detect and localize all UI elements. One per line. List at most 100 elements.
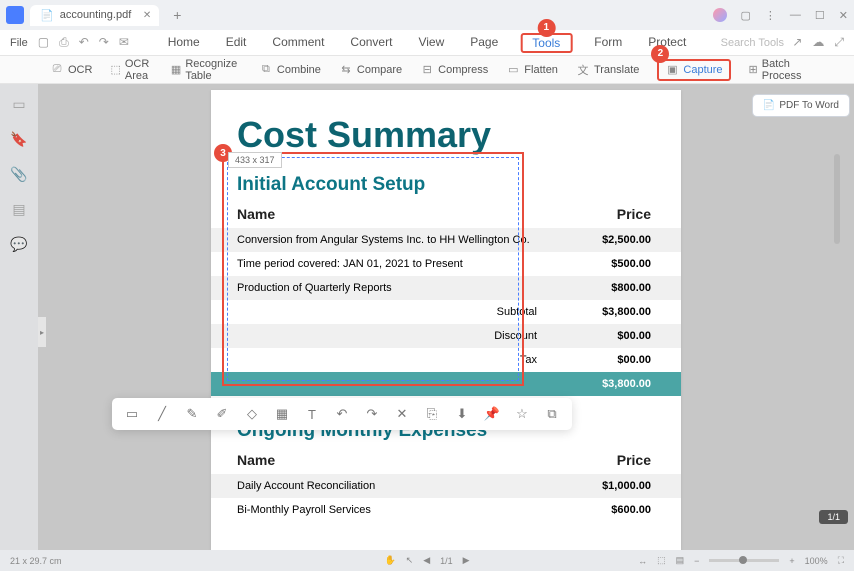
tab-view[interactable]: View <box>414 33 448 53</box>
scrollbar-thumb[interactable] <box>834 154 840 244</box>
cancel-capture-icon[interactable]: ✕ <box>394 406 410 422</box>
view-mode-icon[interactable]: ▤ <box>676 555 685 566</box>
eraser-tool-icon[interactable]: ◇ <box>244 406 260 422</box>
document-viewport[interactable]: Cost Summary Initial Account Setup Name … <box>38 84 854 550</box>
fit-width-icon[interactable]: ↔ <box>638 556 647 566</box>
doc-title: Cost Summary <box>211 114 681 164</box>
tab-convert[interactable]: Convert <box>346 33 396 53</box>
highlighter-tool-icon[interactable]: ✐ <box>214 406 230 422</box>
prev-page-icon[interactable]: ◀ <box>423 555 430 566</box>
layers-icon[interactable]: ▤ <box>12 201 25 218</box>
tab-form[interactable]: Form <box>590 33 626 53</box>
compress-icon: ⊟ <box>420 63 434 77</box>
flatten-icon: ▭ <box>506 63 520 77</box>
pencil-tool-icon[interactable]: ✎ <box>184 406 200 422</box>
text-tool-icon[interactable]: T <box>304 406 320 422</box>
save-capture-icon[interactable]: ⬇ <box>454 406 470 422</box>
table-row: Conversion from Angular Systems Inc. to … <box>211 228 681 252</box>
fullscreen-icon[interactable]: ⛶ <box>838 555 844 566</box>
right-rail: 📄 PDF To Word <box>752 94 850 117</box>
zoom-out-icon[interactable]: − <box>694 556 699 566</box>
combine-button[interactable]: ⧉Combine <box>259 63 321 77</box>
print-icon[interactable]: ⎙ <box>59 35 69 50</box>
table-row: Bi-Monthly Payroll Services$600.00 <box>211 498 681 522</box>
workspace: ▭ 🔖 📎 ▤ 💬 ▸ Cost Summary Initial Account… <box>0 84 854 550</box>
tab-page[interactable]: Page <box>466 33 502 53</box>
table-row: Time period covered: JAN 01, 2021 to Pre… <box>211 252 681 276</box>
app-icon <box>6 6 24 24</box>
minimize-button[interactable]: — <box>790 9 801 21</box>
translate-icon: 文 <box>576 63 590 77</box>
col-name-2: Name <box>211 452 571 468</box>
ocr-icon: ⎚ <box>50 63 64 77</box>
rectangle-tool-icon[interactable]: ▭ <box>124 406 140 422</box>
redo-icon[interactable]: ↷ <box>99 35 109 50</box>
camera-icon: ▣ <box>665 63 679 77</box>
star-capture-icon[interactable]: ☆ <box>514 406 530 422</box>
capture-button[interactable]: ▣Capture 2 <box>657 59 730 81</box>
flatten-button[interactable]: ▭Flatten <box>506 63 558 77</box>
file-menu[interactable]: File <box>10 37 28 49</box>
gift-icon[interactable]: ▢ <box>741 9 751 22</box>
vertical-scrollbar[interactable] <box>834 154 840 500</box>
col-price-2: Price <box>571 452 681 468</box>
zoom-in-icon[interactable]: + <box>789 556 794 566</box>
batch-icon: ⊞ <box>749 63 758 77</box>
attachment-icon[interactable]: 📎 <box>10 166 27 183</box>
pdf-icon: 📄 <box>40 9 54 22</box>
ocr-button[interactable]: ⎚OCR <box>50 63 92 77</box>
pdf-to-word-button[interactable]: 📄 PDF To Word <box>752 94 850 117</box>
page-indicator[interactable]: 1/1 <box>440 556 453 566</box>
zoom-value[interactable]: 100% <box>805 556 828 566</box>
profile-icon[interactable] <box>713 8 727 22</box>
page-count-badge: 1/1 <box>819 510 848 524</box>
callout-marker-1: 1 <box>537 19 555 37</box>
next-page-icon[interactable]: ▶ <box>463 555 470 566</box>
cloud-icon[interactable]: ☁ <box>812 35 824 50</box>
table-row: Production of Quarterly Reports$800.00 <box>211 276 681 300</box>
kebab-icon[interactable]: ⋮ <box>765 9 776 22</box>
compare-button[interactable]: ⇆Compare <box>339 63 402 77</box>
tab-tools[interactable]: Tools 1 <box>520 33 572 53</box>
select-tool-icon[interactable]: ↖ <box>406 555 414 566</box>
maximize-button[interactable]: ☐ <box>815 9 825 22</box>
undo-icon[interactable]: ↶ <box>79 35 89 50</box>
recognize-table-button[interactable]: ▦Recognize Table <box>171 58 241 82</box>
close-window-button[interactable]: ✕ <box>839 9 848 22</box>
save-icon[interactable]: ▢ <box>38 35 49 50</box>
mail-icon[interactable]: ✉ <box>119 35 129 50</box>
compress-button[interactable]: ⊟Compress <box>420 63 488 77</box>
comment-panel-icon[interactable]: 💬 <box>10 236 27 253</box>
compare-icon: ⇆ <box>339 63 353 77</box>
page-dimensions: 21 x 29.7 cm <box>10 556 62 566</box>
tab-home[interactable]: Home <box>164 33 204 53</box>
pdf-page: Cost Summary Initial Account Setup Name … <box>211 90 681 550</box>
table-row: Daily Account Reconciliation$1,000.00 <box>211 474 681 498</box>
share-icon[interactable]: ↗ <box>792 35 802 50</box>
undo-capture-icon[interactable]: ↶ <box>334 406 350 422</box>
document-tab[interactable]: 📄 accounting.pdf ✕ <box>30 5 159 26</box>
redo-capture-icon[interactable]: ↷ <box>364 406 380 422</box>
tab-edit[interactable]: Edit <box>222 33 251 53</box>
add-tab-button[interactable]: + <box>173 7 181 23</box>
expand-icon[interactable]: ⤢ <box>834 35 844 50</box>
discount-row: Discount$00.00 <box>211 324 681 348</box>
bookmark-icon[interactable]: 🔖 <box>10 131 27 148</box>
confirm-capture-icon[interactable]: ⧉ <box>544 406 560 422</box>
menubar: File ▢ ⎙ ↶ ↷ ✉ Home Edit Comment Convert… <box>0 30 854 56</box>
copy-capture-icon[interactable]: ⎘ <box>424 406 440 422</box>
fit-page-icon[interactable]: ⬚ <box>657 555 666 566</box>
search-tools-input[interactable]: Search Tools <box>721 37 784 49</box>
batch-process-button[interactable]: ⊞Batch Process <box>749 58 807 82</box>
line-tool-icon[interactable]: ╱ <box>154 406 170 422</box>
pin-capture-icon[interactable]: 📌 <box>484 406 500 422</box>
hand-tool-icon[interactable]: ✋ <box>384 555 395 566</box>
tab-comment[interactable]: Comment <box>268 33 328 53</box>
zoom-slider[interactable] <box>709 559 779 562</box>
mosaic-tool-icon[interactable]: ▦ <box>274 406 290 422</box>
close-tab-icon[interactable]: ✕ <box>143 10 151 21</box>
translate-button[interactable]: 文Translate <box>576 63 639 77</box>
callout-marker-2: 2 <box>651 45 669 63</box>
thumbnail-icon[interactable]: ▭ <box>12 96 25 113</box>
ocr-area-button[interactable]: ⬚OCR Area <box>110 58 152 82</box>
